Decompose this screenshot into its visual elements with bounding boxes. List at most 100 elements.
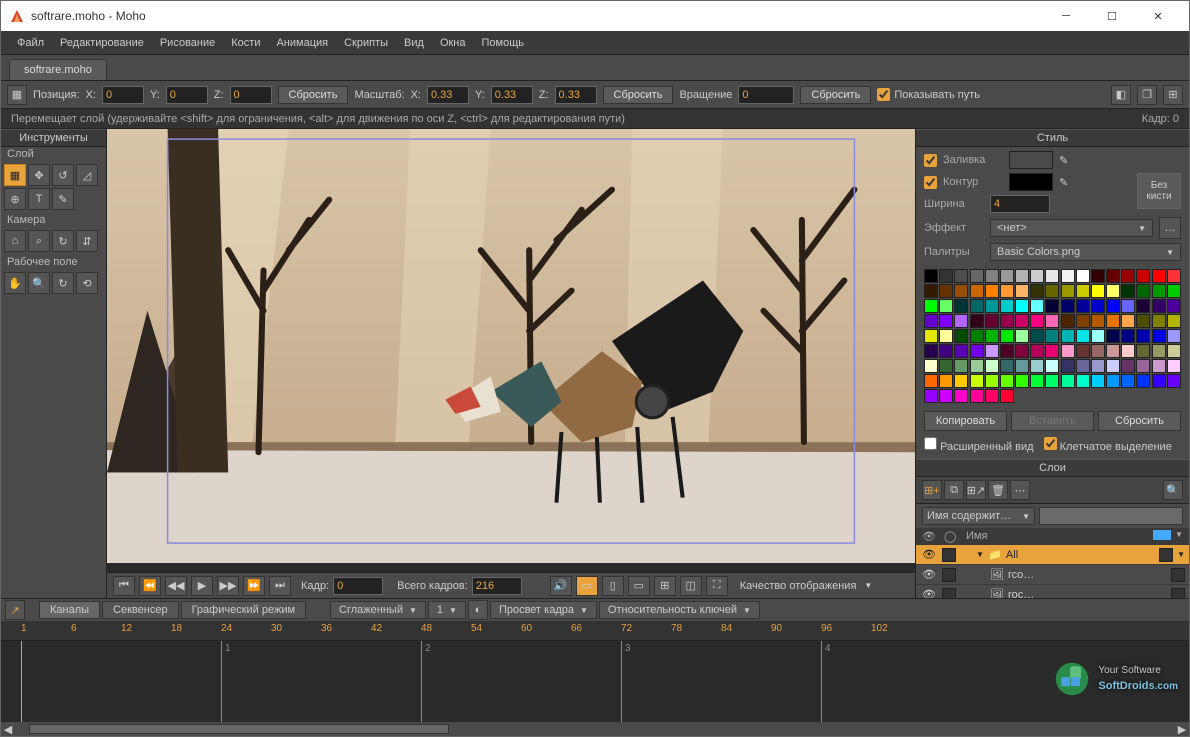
shear-tool[interactable]: ◿ [76,164,98,186]
palette-swatch[interactable] [970,344,984,358]
opt-icon-1[interactable]: ◧ [1111,85,1131,105]
scale-z-input[interactable] [555,86,597,104]
palette-swatch[interactable] [1030,374,1044,388]
audio-button[interactable]: 🔊 [550,576,572,596]
rotation-input[interactable] [738,86,794,104]
palette-swatch[interactable] [1136,359,1150,373]
timeline-tracks[interactable]: 1234 [1,641,1189,722]
palette-swatch[interactable] [1045,344,1059,358]
layer-row[interactable]: 👁 🖼 rco… [916,565,1189,585]
palette-swatch[interactable] [1030,284,1044,298]
fill-swatch[interactable] [1009,151,1053,169]
view-opt-3[interactable]: ⛶ [706,576,728,596]
palette-swatch[interactable] [939,269,953,283]
view-mode-2[interactable]: ▯ [602,576,624,596]
palette-swatch[interactable] [1091,329,1105,343]
palette-swatch[interactable] [1061,329,1075,343]
palette-swatch[interactable] [1167,359,1181,373]
palette-swatch[interactable] [1045,329,1059,343]
palette-swatch[interactable] [970,299,984,313]
palette-swatch[interactable] [924,284,938,298]
palette-swatch[interactable] [1121,344,1135,358]
camera-zoom-tool[interactable]: ⌕ [28,230,50,252]
layer-color-swatch[interactable] [942,588,956,599]
viewport[interactable] [107,129,915,572]
palette-swatch[interactable] [954,374,968,388]
layer-filter-select[interactable]: Имя содержит…▼ [922,507,1035,525]
pan-tool[interactable]: ✋ [4,272,26,294]
palette-swatch[interactable] [985,284,999,298]
effect-select[interactable]: <нет>▼ [990,219,1153,237]
scale-y-input[interactable] [491,86,533,104]
menu-animation[interactable]: Анимация [268,34,336,52]
palette-swatch[interactable] [939,314,953,328]
palette-swatch[interactable] [924,329,938,343]
visibility-icon[interactable]: 👁 [920,588,938,598]
palette-swatch[interactable] [985,359,999,373]
palette-swatch[interactable] [924,269,938,283]
palette-swatch[interactable] [1045,299,1059,313]
prev-key-button[interactable]: ⏪ [139,576,161,596]
visibility-icon[interactable]: 👁 [920,568,938,581]
tab-channels[interactable]: Каналы [39,601,100,619]
tool-icon[interactable]: ▦ [7,85,27,105]
rotate-tool[interactable]: ↺ [52,164,74,186]
camera-pantilt-tool[interactable]: ⇵ [76,230,98,252]
palette-swatch[interactable] [985,329,999,343]
current-frame-input[interactable] [333,577,383,595]
palette-swatch[interactable] [985,374,999,388]
menu-view[interactable]: Вид [396,34,432,52]
pos-x-input[interactable] [102,86,144,104]
palette-swatch[interactable] [1030,359,1044,373]
show-path-checkbox[interactable] [877,88,890,101]
palette-swatch[interactable] [1030,314,1044,328]
stroke-width-input[interactable] [990,195,1050,213]
palette-swatch[interactable] [1030,329,1044,343]
palette-swatch[interactable] [1076,344,1090,358]
palette-swatch[interactable] [1121,314,1135,328]
palette-swatch[interactable] [1000,284,1014,298]
layer-search-button[interactable]: 🔍 [1163,480,1183,500]
next-frame-button[interactable]: ▶▶ [217,576,239,596]
palette-swatch[interactable] [1091,374,1105,388]
palette-swatch[interactable] [1167,344,1181,358]
timeline-ruler[interactable]: 16121824303642485460667278849096102 [1,621,1189,641]
eyedropper-icon[interactable]: ✎ [1059,154,1068,167]
palette-swatch[interactable] [1152,299,1166,313]
interp-range[interactable]: 1▼ [428,601,466,619]
eyedropper-tool[interactable]: ✎ [52,188,74,210]
palette-swatch[interactable] [1152,359,1166,373]
palette-swatch[interactable] [1000,374,1014,388]
palette-swatch[interactable] [970,389,984,403]
document-tab[interactable]: softrare.moho [9,59,107,80]
orbit-tool[interactable]: ⟲ [76,272,98,294]
palette-swatch[interactable] [939,389,953,403]
origin-tool[interactable]: ⊕ [4,188,26,210]
pos-y-input[interactable] [166,86,208,104]
palette-swatch[interactable] [1152,269,1166,283]
palette-swatch[interactable] [1015,374,1029,388]
layer-options-button[interactable]: ⋯ [1010,480,1030,500]
ref-layer-button[interactable]: ⊞↗ [966,480,986,500]
palette-swatch[interactable] [1076,299,1090,313]
play-button[interactable]: ▶ [191,576,213,596]
zoom-tool[interactable]: 🔍 [28,272,50,294]
palette-swatch[interactable] [1061,299,1075,313]
palette-swatch[interactable] [985,389,999,403]
palette-swatch[interactable] [1076,374,1090,388]
checker-checkbox[interactable] [1044,437,1057,450]
palette-swatch[interactable] [1091,269,1105,283]
palette-swatch[interactable] [1015,269,1029,283]
menu-scripts[interactable]: Скрипты [336,34,396,52]
palette-swatch[interactable] [1106,269,1120,283]
layer-color-swatch[interactable] [942,568,956,582]
palette-swatch[interactable] [954,329,968,343]
palette-swatch[interactable] [970,329,984,343]
menu-bones[interactable]: Кости [223,34,268,52]
palette-swatch[interactable] [939,284,953,298]
palette-swatch[interactable] [970,269,984,283]
stroke-swatch[interactable] [1009,173,1053,191]
reset-scale-button[interactable]: Сбросить [603,86,674,104]
palette-swatch[interactable] [1152,344,1166,358]
palette-swatch[interactable] [939,299,953,313]
